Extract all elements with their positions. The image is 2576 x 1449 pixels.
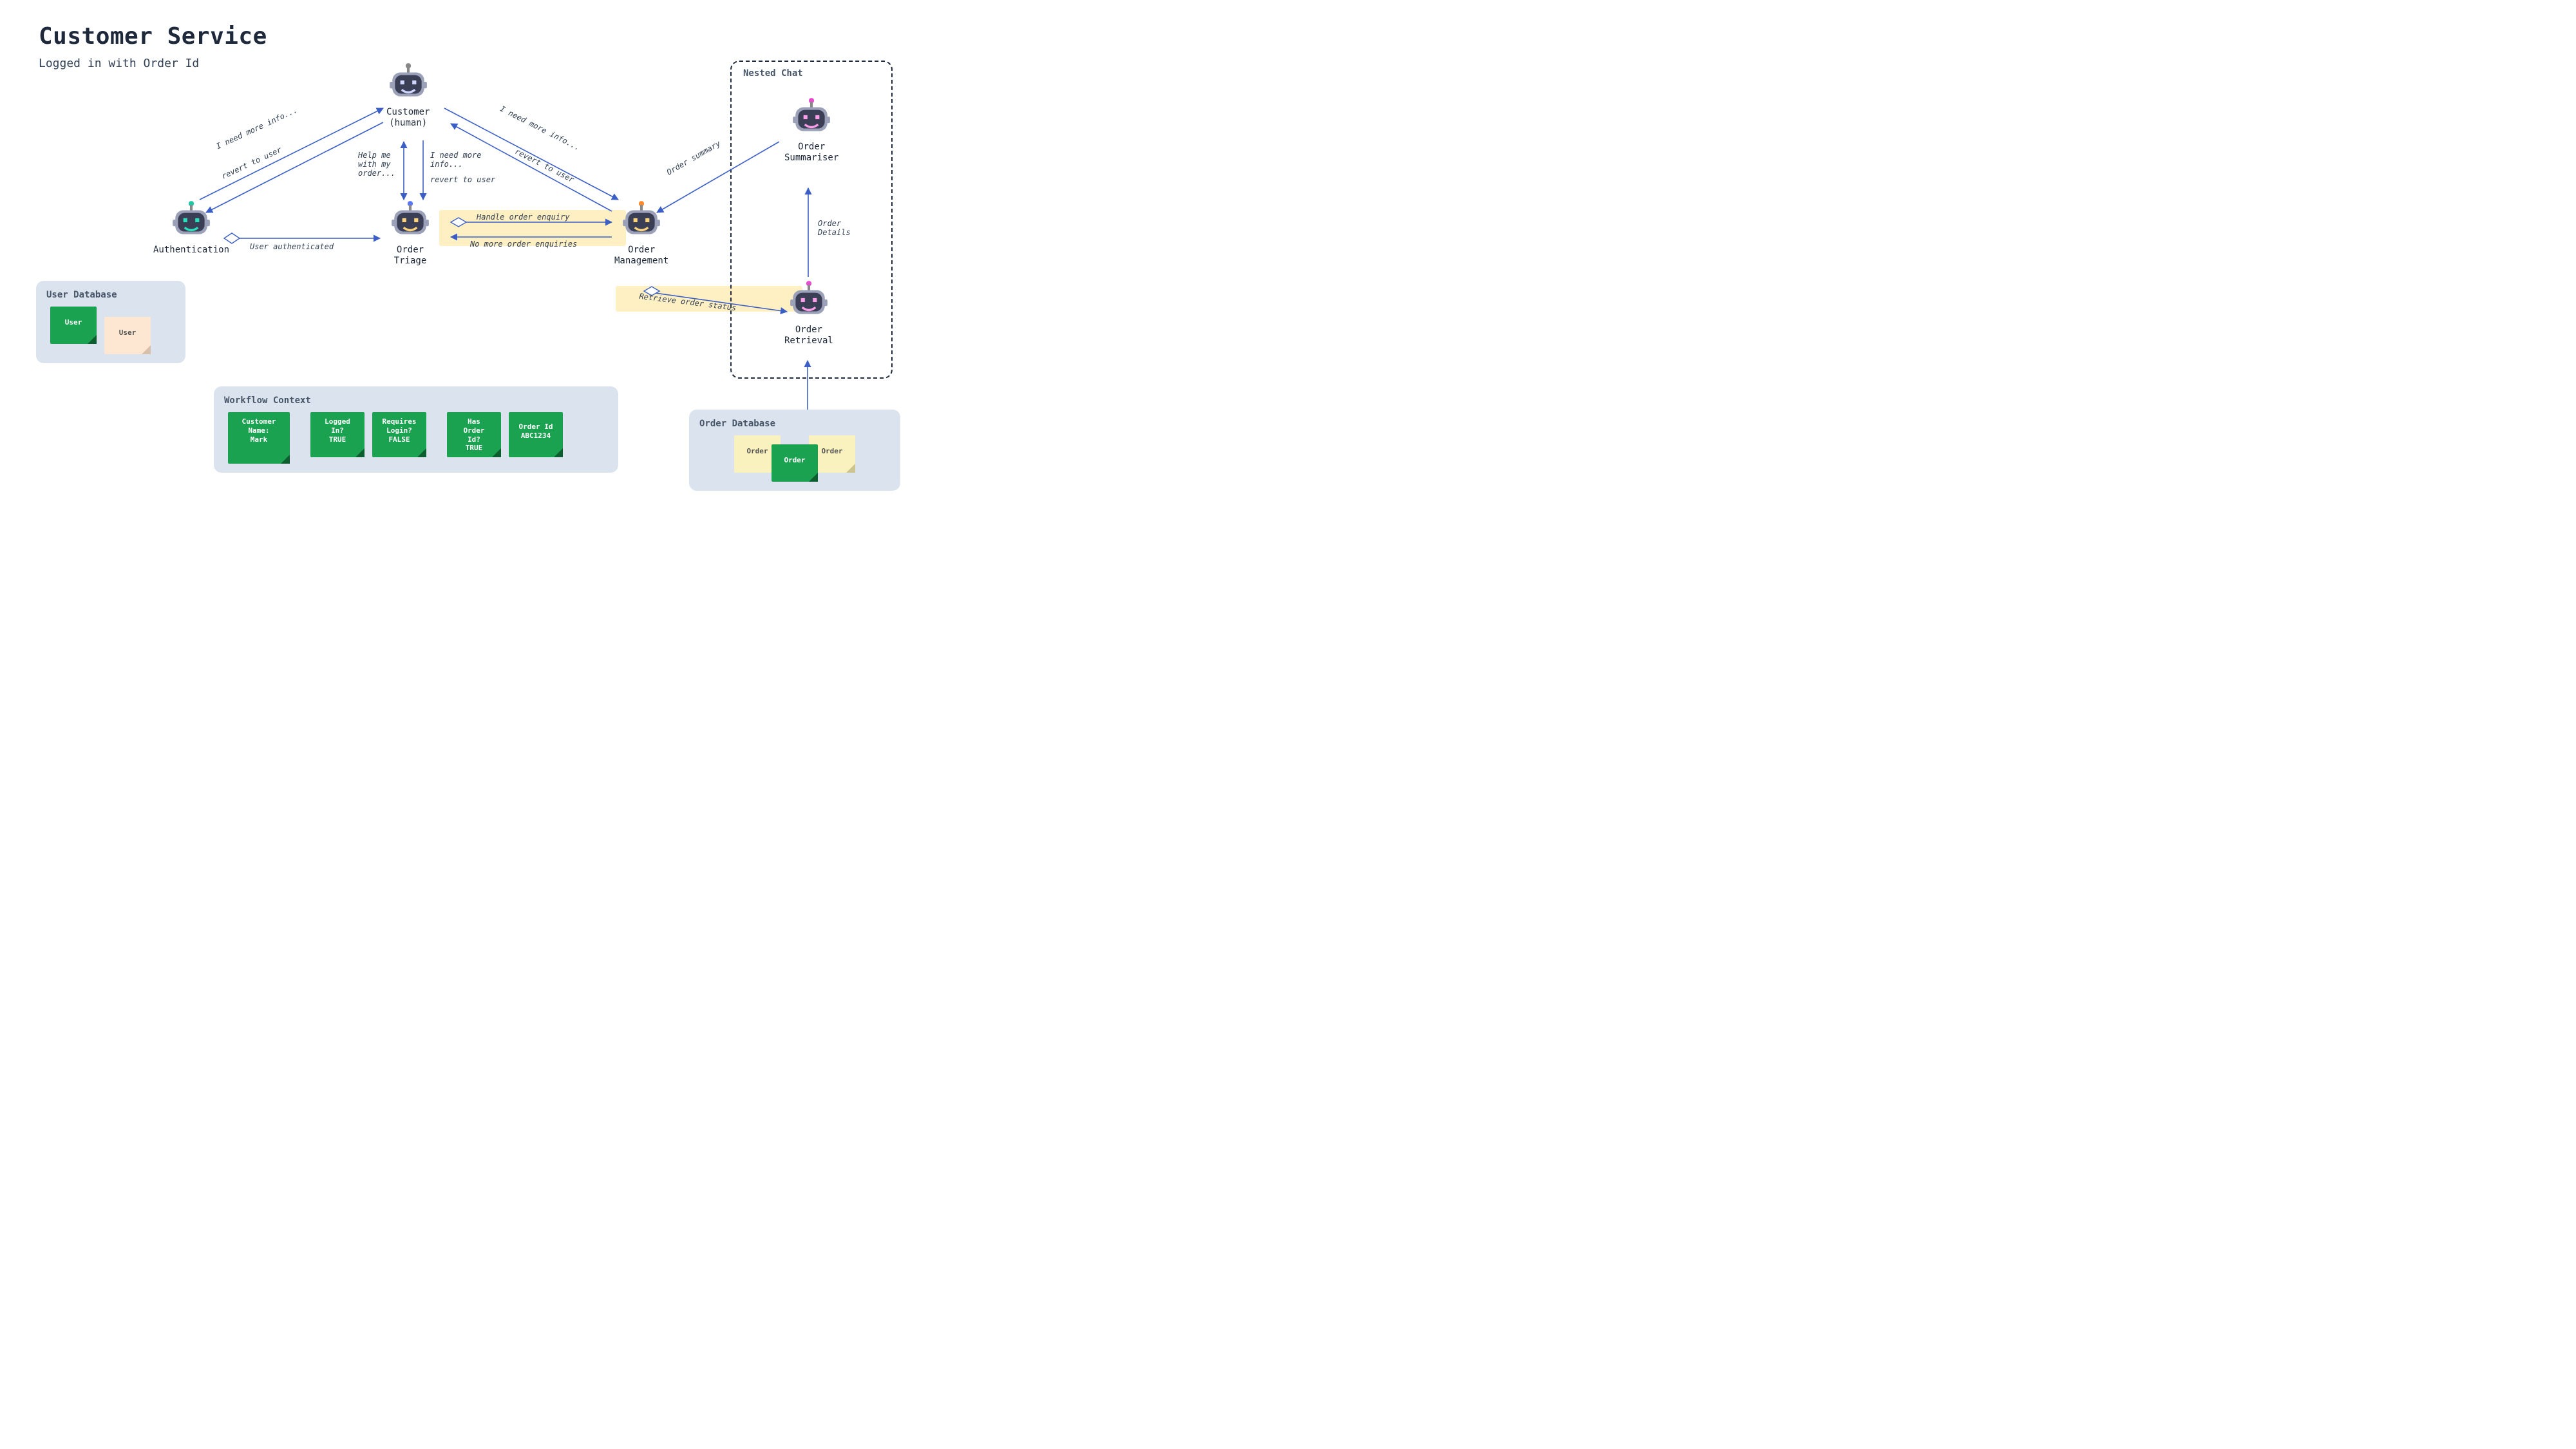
edge-summariser-mgmt: Order summary <box>665 138 722 176</box>
user-note: User <box>50 307 97 344</box>
order-note: Order <box>772 444 818 482</box>
edge-triage-customer-revert: revert to user <box>430 175 495 184</box>
workflow-context-title: Workflow Context <box>224 395 608 406</box>
edge-mgmt-customer-info: I need more info... <box>498 104 582 153</box>
edge-auth-triage: User authenticated <box>250 242 334 251</box>
agent-order-triage: Order Triage <box>389 200 431 267</box>
page-title: Customer Service <box>39 23 267 50</box>
workflow-note: Logged In? TRUE <box>310 412 365 457</box>
nested-chat-title: Nested Chat <box>743 68 803 79</box>
order-database-title: Order Database <box>699 419 890 429</box>
edge-auth-customer-revert: revert to user <box>220 145 283 180</box>
workflow-context-panel: Workflow Context Customer Name: Mark Log… <box>214 386 618 473</box>
agent-customer-label: Customer (human) <box>386 107 430 129</box>
workflow-note: Order Id ABC1234 <box>509 412 563 457</box>
edge-triage-customer-info: I need more info... <box>430 151 481 169</box>
user-database-panel: User Database User User <box>36 281 185 363</box>
workflow-note: Requires Login? FALSE <box>372 412 426 457</box>
edge-auth-customer-info: I need more info... <box>214 106 298 151</box>
workflow-note: Has Order Id? TRUE <box>447 412 501 457</box>
edge-triage-mgmt-handle: Handle order enquiry <box>477 213 570 222</box>
agent-authentication: Authentication <box>153 200 229 256</box>
user-database-title: User Database <box>46 290 175 300</box>
edge-triage-customer-help: Help me with my order... <box>358 151 395 178</box>
edge-retrieval-summariser: Order Details <box>818 219 851 237</box>
agent-order-summariser-label: Order Summariser <box>784 142 838 164</box>
agent-order-management-label: Order Management <box>614 245 668 267</box>
user-note: User <box>104 317 151 354</box>
agent-order-retrieval-label: Order Retrieval <box>784 325 833 346</box>
edge-mgmt-customer-revert: revert to user <box>513 147 575 184</box>
order-database-panel: Order Database Order Order Order <box>689 410 900 491</box>
agent-order-triage-label: Order Triage <box>389 245 431 267</box>
agent-customer: Customer (human) <box>386 62 430 129</box>
agent-authentication-label: Authentication <box>153 245 229 256</box>
workflow-note: Customer Name: Mark <box>228 412 290 464</box>
agent-order-retrieval: Order Retrieval <box>784 279 833 346</box>
agent-order-summariser: Order Summariser <box>784 97 838 164</box>
agent-order-management: Order Management <box>614 200 668 267</box>
edge-triage-mgmt-nomore: No more order enquiries <box>470 240 577 249</box>
page-subtitle: Logged in with Order Id <box>39 57 199 70</box>
